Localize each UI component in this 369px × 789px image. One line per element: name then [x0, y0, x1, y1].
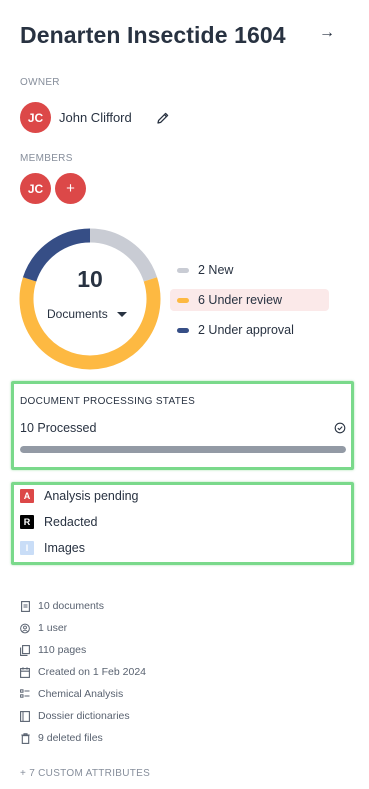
processing-states-title: DOCUMENT PROCESSING STATES [20, 396, 196, 407]
custom-attributes-toggle[interactable]: + 7 CUSTOM ATTRIBUTES [20, 768, 150, 779]
calendar-icon [20, 666, 30, 678]
donut-selector-label: Documents [47, 307, 108, 321]
processed-label: 10 Processed [20, 421, 97, 435]
stat-template: Chemical Analysis [20, 688, 123, 700]
stat-pages-text: 110 pages [38, 644, 87, 656]
legend-swatch-new [177, 267, 189, 273]
stat-users: 1 user [20, 622, 67, 634]
legend-swatch-under-approval [177, 327, 189, 333]
stat-dictionaries-text: Dossier dictionaries [38, 710, 130, 722]
legend-item-under-approval[interactable]: 2 Under approval [170, 319, 329, 341]
dossier-title: Denarten Insectide 1604 [20, 22, 286, 48]
owner-avatar: JC [20, 102, 51, 133]
stat-documents-text: 10 documents [38, 600, 104, 612]
redacted-badge-icon: R [20, 515, 34, 529]
owner-label: OWNER [20, 77, 60, 88]
members-row: JC + [20, 173, 86, 204]
member-avatar[interactable]: JC [20, 173, 51, 204]
legend-label-under-approval: 2 Under approval [198, 323, 294, 337]
legend-label-under-review: 6 Under review [198, 293, 283, 307]
stat-created: Created on 1 Feb 2024 [20, 666, 146, 678]
processed-progress-fill [20, 446, 346, 453]
images-badge-icon: I [20, 541, 34, 555]
document-type-redacted[interactable]: R Redacted [20, 515, 98, 529]
owner-row: JC John Clifford [20, 102, 172, 133]
stat-pages: 110 pages [20, 644, 86, 656]
donut-type-selector[interactable]: Documents [47, 307, 127, 321]
members-label: MEMBERS [20, 153, 73, 164]
dictionary-icon [20, 710, 30, 722]
document-type-label: Images [44, 541, 85, 555]
add-member-button[interactable]: + [55, 173, 86, 204]
legend-item-new[interactable]: 2 New [170, 259, 329, 281]
arrow-right-icon[interactable]: → [319, 24, 335, 42]
stat-documents: 10 documents [20, 600, 104, 612]
processed-progress-bar [20, 446, 346, 453]
stat-created-text: Created on 1 Feb 2024 [38, 666, 146, 678]
document-type-label: Redacted [44, 515, 98, 529]
pencil-icon[interactable] [154, 109, 172, 127]
caret-down-icon [116, 311, 127, 317]
title-row: Denarten Insectide 1604 → [20, 22, 350, 49]
pages-icon [20, 644, 30, 656]
document-type-images[interactable]: I Images [20, 541, 85, 555]
donut-svg [19, 228, 161, 370]
stat-template-text: Chemical Analysis [38, 688, 124, 700]
donut-total-count: 10 [77, 266, 103, 292]
stat-dictionaries: Dossier dictionaries [20, 710, 130, 722]
stat-deleted-files-text: 9 deleted files [38, 732, 103, 744]
document-icon [20, 600, 30, 612]
stat-deleted-files: 9 deleted files [20, 732, 103, 744]
legend-swatch-under-review [177, 297, 189, 303]
stat-users-text: 1 user [38, 622, 68, 634]
owner-name: John Clifford [59, 110, 132, 125]
document-type-label: Analysis pending [44, 489, 139, 503]
document-type-analysis-pending[interactable]: A Analysis pending [20, 489, 139, 503]
documents-donut-chart: 10 Documents [19, 228, 161, 370]
user-circle-icon [20, 623, 30, 634]
check-circle-icon [334, 421, 346, 434]
analysis-pending-badge-icon: A [20, 489, 34, 503]
list-icon [20, 689, 30, 700]
legend-label-new: 2 New [198, 263, 234, 277]
legend-item-under-review[interactable]: 6 Under review [170, 289, 329, 311]
trash-icon [20, 732, 30, 744]
